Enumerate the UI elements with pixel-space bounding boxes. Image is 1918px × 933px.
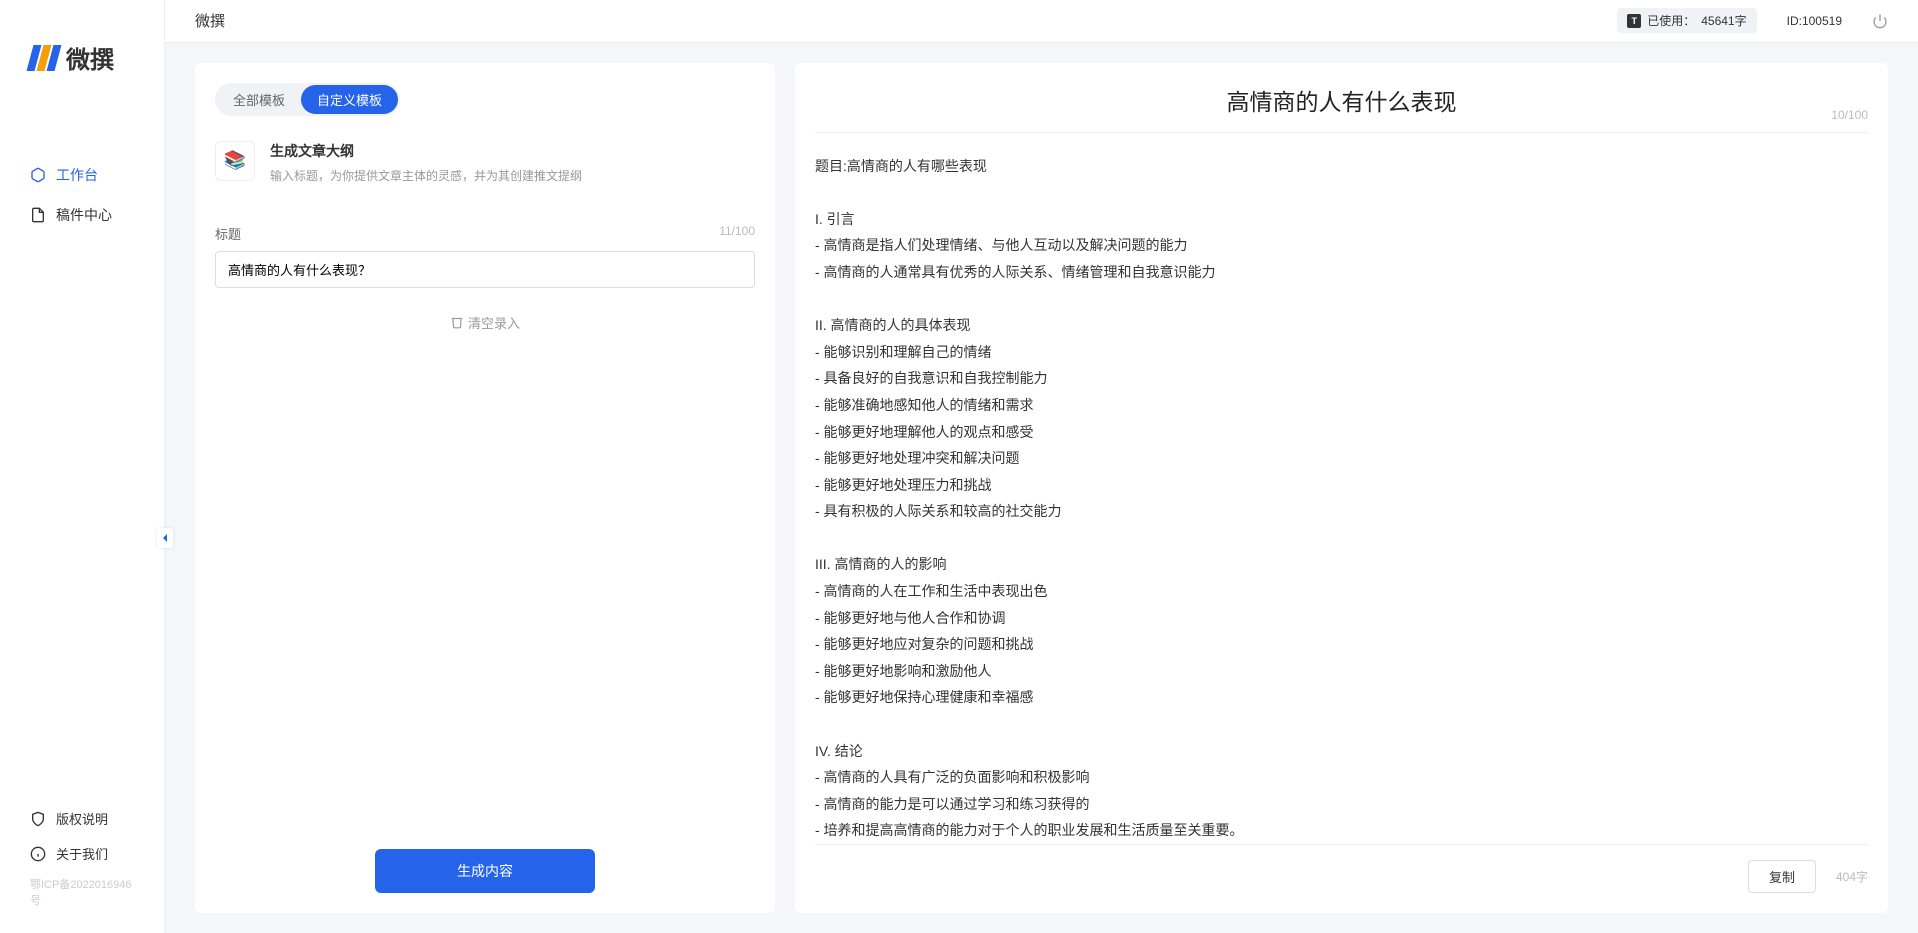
title-input[interactable] xyxy=(215,251,755,288)
clear-input-link[interactable]: 清空录入 xyxy=(215,313,755,332)
tab-custom-template[interactable]: 自定义模板 xyxy=(301,85,398,114)
topbar-title: 微撰 xyxy=(195,10,225,31)
cube-icon xyxy=(30,167,46,183)
nav: 工作台 稿件中心 xyxy=(0,105,164,801)
clear-label: 清空录入 xyxy=(468,313,520,332)
tab-all-templates[interactable]: 全部模板 xyxy=(217,85,301,114)
nav-label: 工作台 xyxy=(56,165,98,185)
shield-icon xyxy=(30,811,46,827)
nav-workspace[interactable]: 工作台 xyxy=(0,155,164,195)
output-char-count: 404字 xyxy=(1836,868,1868,885)
generate-button[interactable]: 生成内容 xyxy=(375,849,595,893)
logo-text: 微撰 xyxy=(66,40,114,75)
title-label: 标题 xyxy=(215,224,241,243)
nav-label: 关于我们 xyxy=(56,844,108,863)
sidebar-bottom: 版权说明 关于我们 鄂ICP备2022016946号 xyxy=(0,801,164,933)
topbar: 微撰 T 已使用： 45641字 ID:100519 xyxy=(165,0,1918,43)
nav-label: 版权说明 xyxy=(56,809,108,828)
output-title-counter: 10/100 xyxy=(1831,108,1868,122)
output-body[interactable]: 题目:高情商的人有哪些表现 I. 引言 - 高情商是指人们处理情绪、与他人互动以… xyxy=(815,153,1868,844)
power-icon[interactable] xyxy=(1872,13,1888,29)
usage-value: 45641字 xyxy=(1701,12,1746,29)
template-name: 生成文章大纲 xyxy=(270,141,582,161)
logo: 微撰 xyxy=(0,20,164,105)
app-root: 微撰 工作台 稿件中心 版权说明 关于我们 鄂ICP备2022016946号 xyxy=(0,0,1918,933)
info-icon xyxy=(30,846,46,862)
copy-button[interactable]: 复制 xyxy=(1748,860,1816,893)
books-icon: 📚 xyxy=(215,141,255,181)
template-info: 生成文章大纲 输入标题，为你提供文章主体的灵感，并为其创建推文提纲 xyxy=(270,141,582,184)
trash-icon xyxy=(450,315,464,329)
sidebar: 微撰 工作台 稿件中心 版权说明 关于我们 鄂ICP备2022016946号 xyxy=(0,0,165,933)
usage-badge: T 已使用： 45641字 xyxy=(1617,8,1756,33)
document-icon xyxy=(30,207,46,223)
usage-label: 已使用： xyxy=(1647,12,1695,29)
workspace: 全部模板 自定义模板 📚 生成文章大纲 输入标题，为你提供文章主体的灵感，并为其… xyxy=(165,43,1918,933)
icp-text: 鄂ICP备2022016946号 xyxy=(0,871,164,913)
nav-about[interactable]: 关于我们 xyxy=(0,836,164,871)
nav-label: 稿件中心 xyxy=(56,205,112,225)
collapse-handle[interactable] xyxy=(157,528,173,548)
output-title: 高情商的人有什么表现 xyxy=(1227,83,1457,117)
nav-drafts[interactable]: 稿件中心 xyxy=(0,195,164,235)
text-icon: T xyxy=(1627,14,1641,28)
template-tabs: 全部模板 自定义模板 xyxy=(215,83,400,116)
main: 微撰 T 已使用： 45641字 ID:100519 全部模板 xyxy=(165,0,1918,933)
output-header: 高情商的人有什么表现 10/100 xyxy=(815,83,1868,133)
topbar-right: T 已使用： 45641字 ID:100519 xyxy=(1617,8,1888,33)
title-label-row: 标题 11/100 xyxy=(215,224,755,243)
template-card: 📚 生成文章大纲 输入标题，为你提供文章主体的灵感，并为其创建推文提纲 xyxy=(215,141,755,184)
logo-mark xyxy=(30,45,58,71)
template-desc: 输入标题，为你提供文章主体的灵感，并为其创建推文提纲 xyxy=(270,167,582,184)
output-footer: 复制 404字 xyxy=(815,844,1868,893)
user-id: ID:100519 xyxy=(1787,14,1842,28)
title-counter: 11/100 xyxy=(719,224,755,243)
output-panel: 高情商的人有什么表现 10/100 题目:高情商的人有哪些表现 I. 引言 - … xyxy=(795,63,1888,913)
input-panel: 全部模板 自定义模板 📚 生成文章大纲 输入标题，为你提供文章主体的灵感，并为其… xyxy=(195,63,775,913)
nav-copyright[interactable]: 版权说明 xyxy=(0,801,164,836)
